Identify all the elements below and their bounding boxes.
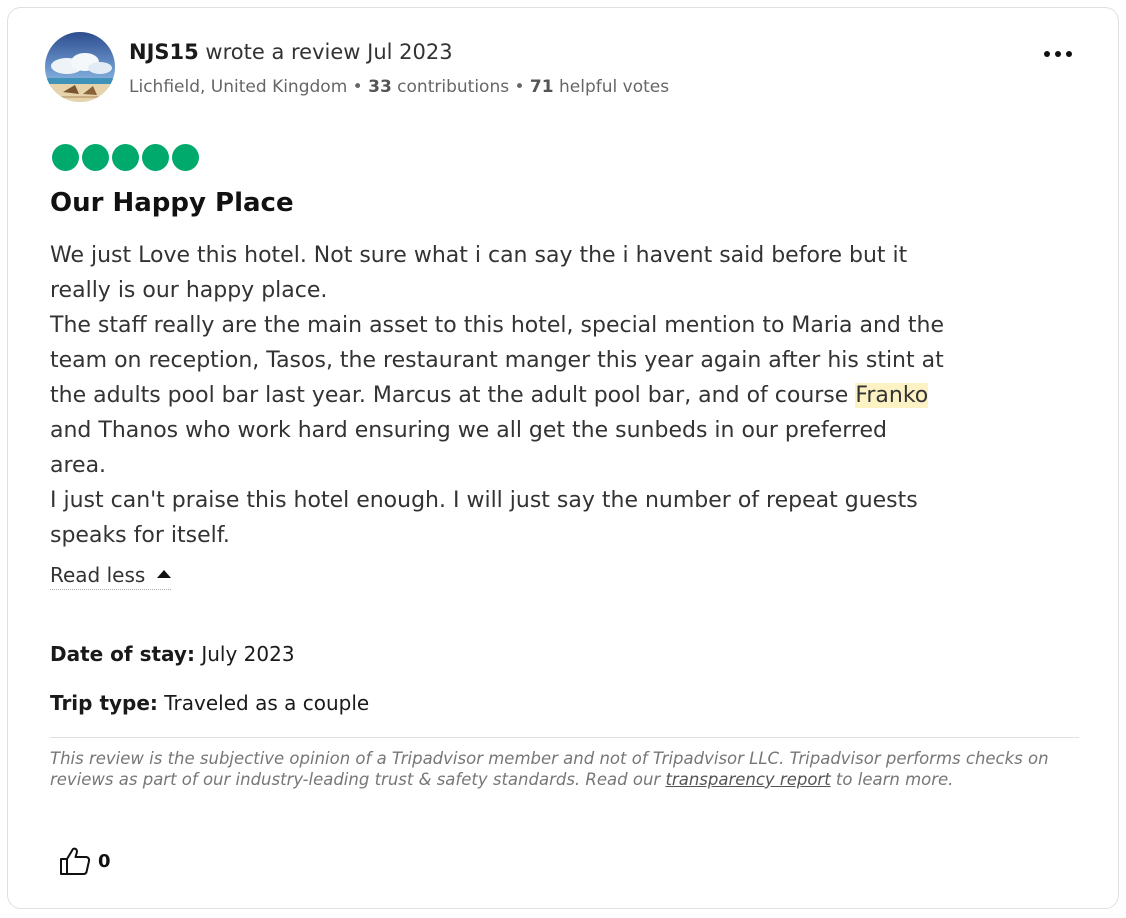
review-card: NJS15 wrote a review Jul 2023 Lichfield,… — [7, 7, 1119, 909]
reviewer-location: Lichfield, United Kingdom — [129, 77, 348, 97]
review-body: We just Love this hotel. Not sure what i… — [50, 238, 1090, 553]
helpful-votes-count: 71 — [529, 77, 554, 97]
review-line: and Thanos who work hard ensuring we all… — [50, 418, 887, 443]
contributions-label: contributions — [391, 77, 510, 97]
thumbs-up-icon — [60, 847, 91, 875]
username-link[interactable]: NJS15 — [129, 40, 199, 64]
more-options-icon — [1055, 51, 1061, 57]
review-date-label: wrote a review Jul 2023 — [198, 40, 453, 64]
avatar[interactable] — [45, 32, 115, 102]
helpful-votes-label: helpful votes — [553, 77, 670, 97]
caret-up-icon — [157, 570, 172, 578]
rating-bubble-icon — [52, 144, 79, 171]
read-less-label: Read less — [50, 563, 146, 587]
review-line: really is our happy place. — [50, 278, 328, 303]
rating-bubbles — [52, 144, 199, 171]
trip-type-value: Traveled as a couple — [157, 691, 370, 715]
disclaimer: This review is the subjective opinion of… — [50, 748, 1080, 790]
contributions-count: 33 — [368, 77, 392, 97]
avatar-beach-image — [45, 32, 115, 102]
separator: • — [509, 77, 530, 97]
review-line: area. — [50, 453, 107, 478]
helpful-count: 0 — [98, 850, 111, 872]
date-of-stay-label: Date of stay: — [50, 642, 195, 666]
more-options-icon — [1066, 51, 1072, 57]
review-line: The staff really are the main asset to t… — [50, 313, 944, 338]
review-header: NJS15 wrote a review Jul 2023 — [129, 38, 453, 66]
rating-bubble-icon — [142, 144, 169, 171]
reviewer-stats: Lichfield, United Kingdom • 33 contribut… — [129, 75, 669, 99]
rating-bubble-icon — [172, 144, 199, 171]
rating-bubble-icon — [82, 144, 109, 171]
highlighted-mention: Franko — [855, 383, 929, 408]
rating-bubble-icon — [112, 144, 139, 171]
review-line: team on reception, Tasos, the restaurant… — [50, 348, 944, 373]
review-line: I just can't praise this hotel enough. I… — [50, 488, 918, 513]
review-line-text: the adults pool bar last year. Marcus at… — [50, 383, 856, 408]
date-of-stay-value: July 2023 — [194, 642, 295, 666]
review-line: We just Love this hotel. Not sure what i… — [50, 243, 908, 268]
trip-type: Trip type: Traveled as a couple — [50, 689, 369, 717]
read-less-button[interactable]: Read less — [50, 561, 172, 590]
more-options-icon — [1044, 51, 1050, 57]
transparency-report-link[interactable]: transparency report — [665, 770, 830, 789]
more-options-button[interactable] — [1038, 44, 1078, 64]
separator: • — [347, 77, 369, 97]
divider — [50, 737, 1079, 738]
review-line: speaks for itself. — [50, 523, 230, 548]
disclaimer-end: to learn more. — [830, 770, 954, 789]
review-title: Our Happy Place — [50, 188, 294, 218]
trip-type-label: Trip type: — [50, 691, 158, 715]
helpful-vote-button[interactable]: 0 — [58, 846, 111, 876]
review-line: the adults pool bar last year. Marcus at… — [50, 378, 1090, 413]
date-of-stay: Date of stay: July 2023 — [50, 640, 295, 668]
